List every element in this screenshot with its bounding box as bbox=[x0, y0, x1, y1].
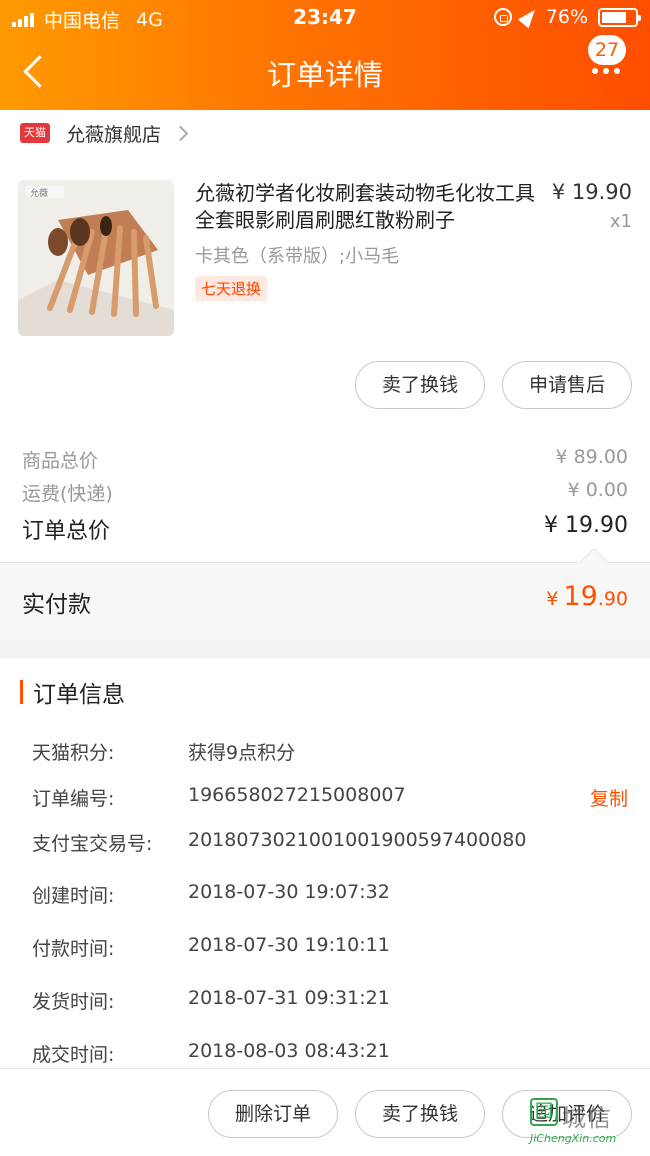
return-policy-tag: 七天退换 bbox=[195, 276, 268, 301]
product-quantity: x1 bbox=[609, 211, 632, 232]
paid-integer: 19 bbox=[563, 581, 598, 612]
order-info-title: 订单信息 bbox=[33, 682, 125, 708]
goods-total-label: 商品总价 bbox=[22, 450, 99, 472]
delete-order-button[interactable]: 删除订单 bbox=[208, 1090, 338, 1138]
info-label: 成交时间: bbox=[32, 1044, 115, 1066]
site-watermark: 园 城信 JiChengXin.com bbox=[530, 1098, 642, 1150]
shop-row[interactable]: 天猫 允薇旗舰店 bbox=[0, 110, 650, 156]
order-total-label: 订单总价 bbox=[22, 519, 111, 544]
shipping-label: 运费(快递) bbox=[22, 483, 113, 505]
shop-name: 允薇旗舰店 bbox=[66, 123, 162, 146]
info-value: 2018-07-30 19:10:11 bbox=[188, 934, 390, 956]
order-total-value: ¥ 19.90 bbox=[544, 513, 628, 538]
more-menu-button[interactable]: 27 bbox=[588, 35, 632, 84]
info-value: 2018-07-31 09:31:21 bbox=[188, 987, 390, 1009]
watermark-logo-icon: 园 bbox=[530, 1098, 558, 1126]
paid-currency: ¥ bbox=[546, 588, 559, 610]
info-label: 付款时间: bbox=[32, 938, 115, 960]
status-right: 76% bbox=[493, 5, 641, 29]
product-sku: 卡其色（系带版）;小马毛 bbox=[195, 246, 400, 267]
paid-decimal: .90 bbox=[597, 588, 628, 610]
page-title: 订单详情 bbox=[266, 58, 383, 92]
watermark-url: JiChengXin.com bbox=[530, 1132, 617, 1145]
product-price: ¥ 19.90 bbox=[551, 180, 632, 204]
status-bar: 中国电信 4G 23:47 76% bbox=[0, 0, 650, 38]
sell-for-cash-button[interactable]: 卖了换钱 bbox=[355, 361, 485, 409]
thumb-brand-text: 允薇 bbox=[30, 187, 48, 199]
goods-total-row: 商品总价 ¥ 89.00 bbox=[22, 446, 628, 473]
section-divider bbox=[0, 640, 650, 658]
sell-for-cash-bottom-button[interactable]: 卖了换钱 bbox=[355, 1090, 485, 1138]
apply-after-sale-button[interactable]: 申请售后 bbox=[502, 361, 632, 409]
info-label: 创建时间: bbox=[32, 885, 115, 907]
location-arrow-icon bbox=[517, 5, 540, 29]
info-value: 2018073021001001900597400080 bbox=[188, 829, 527, 851]
info-label: 支付宝交易号: bbox=[32, 833, 153, 855]
battery-level bbox=[602, 11, 627, 23]
product-thumbnail[interactable]: 允薇 bbox=[18, 180, 174, 336]
tmall-logo: 天猫 bbox=[20, 123, 50, 143]
product-title[interactable]: 允薇初学者化妆刷套装动物毛化妆工具全套眼影刷眉刷腮红散粉刷子 bbox=[195, 180, 545, 234]
order-total-row: 订单总价 ¥ 19.90 bbox=[22, 513, 628, 545]
paid-caret bbox=[579, 547, 609, 577]
info-label: 天猫积分: bbox=[32, 742, 115, 764]
shipping-value: ¥ 0.00 bbox=[567, 479, 628, 501]
info-value: 2018-08-03 08:43:21 bbox=[188, 1040, 390, 1062]
amount-paid-section: 实付款 ¥ 19.90 bbox=[0, 547, 650, 640]
watermark-text: 城信 bbox=[562, 1104, 612, 1132]
info-label: 发货时间: bbox=[32, 991, 115, 1013]
info-label: 订单编号: bbox=[32, 788, 115, 810]
battery-percent: 76% bbox=[545, 6, 588, 28]
amount-paid-value: ¥ 19.90 bbox=[546, 581, 628, 612]
order-info-heading: 订单信息 bbox=[20, 678, 125, 708]
app-header: 中国电信 4G 23:47 76% 订单详情 27 bbox=[0, 0, 650, 110]
goods-total-value: ¥ 89.00 bbox=[555, 446, 628, 468]
info-value: 2018-07-30 19:07:32 bbox=[188, 881, 390, 903]
shipping-row: 运费(快递) ¥ 0.00 bbox=[22, 479, 628, 506]
message-count-badge: 27 bbox=[588, 35, 626, 65]
info-value: 获得9点积分 bbox=[188, 742, 296, 764]
more-dots-icon bbox=[592, 68, 620, 74]
rotation-lock-icon bbox=[493, 8, 512, 26]
chevron-right-icon bbox=[172, 125, 189, 141]
copy-order-number-button[interactable]: 复制 bbox=[590, 784, 628, 811]
amount-paid-label: 实付款 bbox=[22, 592, 91, 618]
heading-accent-bar bbox=[20, 680, 23, 704]
makeup-brush-image: 允薇 bbox=[18, 180, 174, 336]
info-value: 196658027215008007 bbox=[188, 784, 406, 806]
battery-icon bbox=[598, 7, 641, 27]
